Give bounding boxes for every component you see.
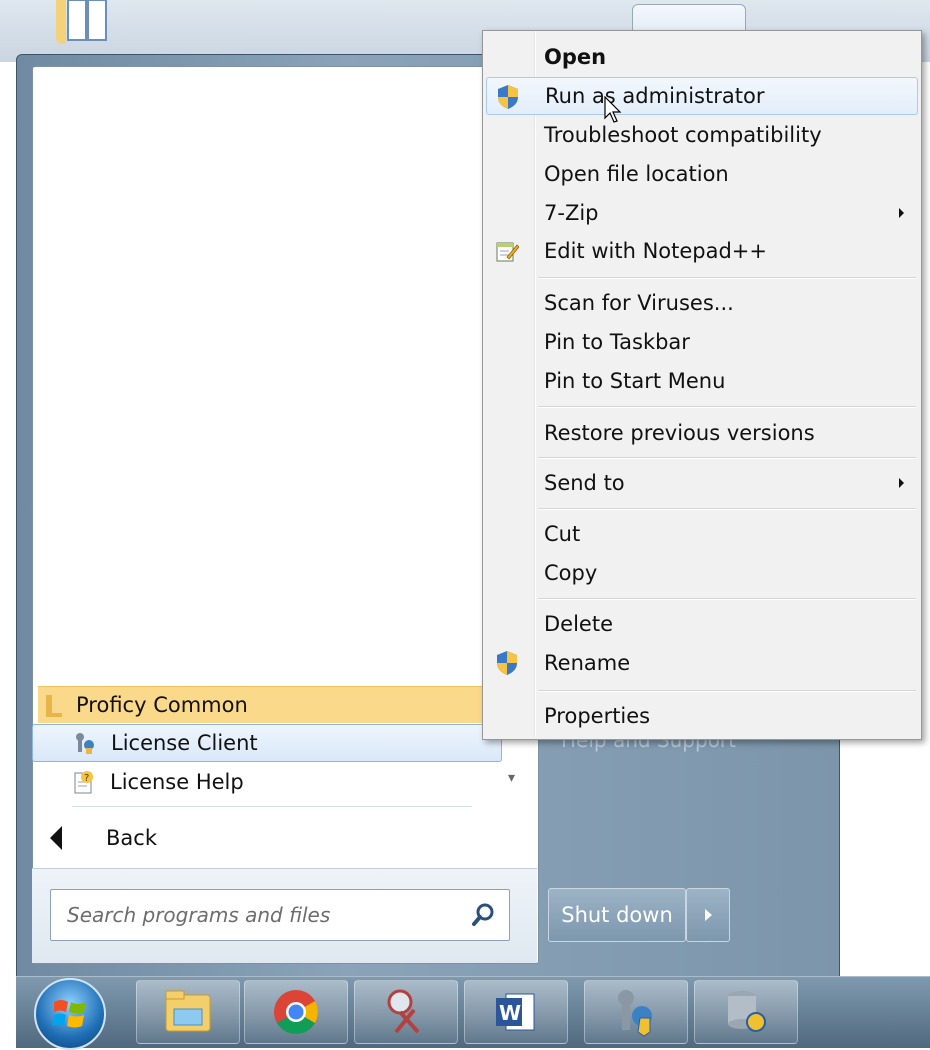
scroll-down-icon[interactable]: ▾ [508,770,515,786]
arrow-right-icon [704,909,712,921]
menu-item-label: Send to [544,471,625,495]
back-arrow-icon [50,826,62,850]
menu-item-cut[interactable]: Cut [486,515,916,553]
windows-logo-icon [52,1000,86,1028]
license-client-icon [618,990,652,1037]
menu-item-pin-to-start-menu[interactable]: Pin to Start Menu [486,362,916,400]
search-icon[interactable] [471,902,497,928]
menu-item-label: Rename [544,651,631,675]
back-button[interactable]: Back [40,818,500,858]
menu-item-edit-with-notepadpp[interactable]: Edit with Notepad++ [486,232,916,270]
menu-item-run-as-administrator[interactable]: Run as administrator [486,77,918,115]
uac-shield-icon [495,84,521,110]
desktop-folder-icon[interactable] [52,0,112,44]
word-icon: W [496,993,535,1031]
taskbar-snipping-tool-button[interactable] [354,980,458,1044]
shutdown-button[interactable]: Shut down [548,888,686,942]
menu-item-label: Open file location [544,162,729,186]
menu-item-label: Pin to Start Menu [544,369,726,393]
svg-text:W: W [499,1001,521,1025]
search-input[interactable] [65,902,449,928]
taskbar-word-button[interactable]: W [464,980,568,1044]
shutdown-options-button[interactable] [686,888,730,942]
menu-item-scan-for-viruses[interactable]: Scan for Viruses... [486,284,916,322]
mouse-cursor-icon [604,96,622,123]
submenu-arrow-icon [899,478,904,488]
program-label: License Help [110,770,244,794]
menu-item-send-to[interactable]: Send to [486,464,916,502]
menu-separator [538,598,916,600]
menu-item-label: Restore previous versions [544,421,815,445]
program-item-license-help[interactable]: ? License Help [32,764,500,800]
menu-item-label: Troubleshoot compatibility [544,123,822,147]
menu-item-properties[interactable]: Properties [486,697,916,735]
menu-item-label: Open [544,45,607,69]
menu-item-label: Copy [544,561,598,585]
menu-item-copy[interactable]: Copy [486,554,916,592]
menu-item-label: Scan for Viruses... [544,291,734,315]
menu-item-open-file-location[interactable]: Open file location [486,155,916,193]
divider [72,806,472,807]
menu-item-label: Delete [544,612,613,636]
menu-item-label: Pin to Taskbar [544,330,690,354]
taskbar-database-config-button[interactable] [694,980,798,1044]
menu-item-7zip[interactable]: 7-Zip [486,194,916,232]
taskbar-explorer-button[interactable] [136,980,240,1044]
menu-item-open[interactable]: Open [486,38,916,76]
submenu-arrow-icon [899,208,904,218]
start-button[interactable] [34,978,106,1050]
menu-separator [538,457,916,459]
folder-icon [46,693,62,717]
windows-explorer-icon [165,990,211,1032]
back-label: Back [106,826,157,850]
menu-item-troubleshoot-compatibility[interactable]: Troubleshoot compatibility [486,116,916,154]
menu-item-restore-previous-versions[interactable]: Restore previous versions [486,414,916,452]
program-folder-proficy-common[interactable]: Proficy Common [38,686,500,723]
shutdown-label: Shut down [561,903,673,927]
menu-separator [538,690,916,692]
menu-item-rename[interactable]: Rename [486,644,916,682]
menu-separator [538,277,916,279]
menu-item-label: Edit with Notepad++ [544,239,768,263]
menu-separator [538,406,916,408]
menu-item-label: 7-Zip [544,201,599,225]
menu-separator [538,508,916,510]
taskbar-license-client-button[interactable] [584,980,688,1044]
program-label: License Client [111,731,258,755]
license-client-icon [73,731,97,755]
menu-item-label: Properties [544,704,651,728]
menu-item-delete[interactable]: Delete [486,605,916,643]
help-file-icon: ? [72,770,96,794]
taskbar-chrome-button[interactable] [244,980,348,1044]
folder-label: Proficy Common [76,693,248,717]
svg-text:?: ? [84,773,89,784]
menu-item-pin-to-taskbar[interactable]: Pin to Taskbar [486,323,916,361]
program-item-license-client[interactable]: License Client [32,724,502,762]
database-config-icon [728,991,766,1032]
snipping-tool-icon [387,989,420,1034]
notepadpp-icon [494,238,520,264]
search-box[interactable] [50,889,510,941]
menu-item-label: Run as administrator [545,84,765,108]
menu-item-label: Cut [544,522,581,546]
uac-shield-icon [494,650,520,676]
chrome-icon [274,990,318,1034]
